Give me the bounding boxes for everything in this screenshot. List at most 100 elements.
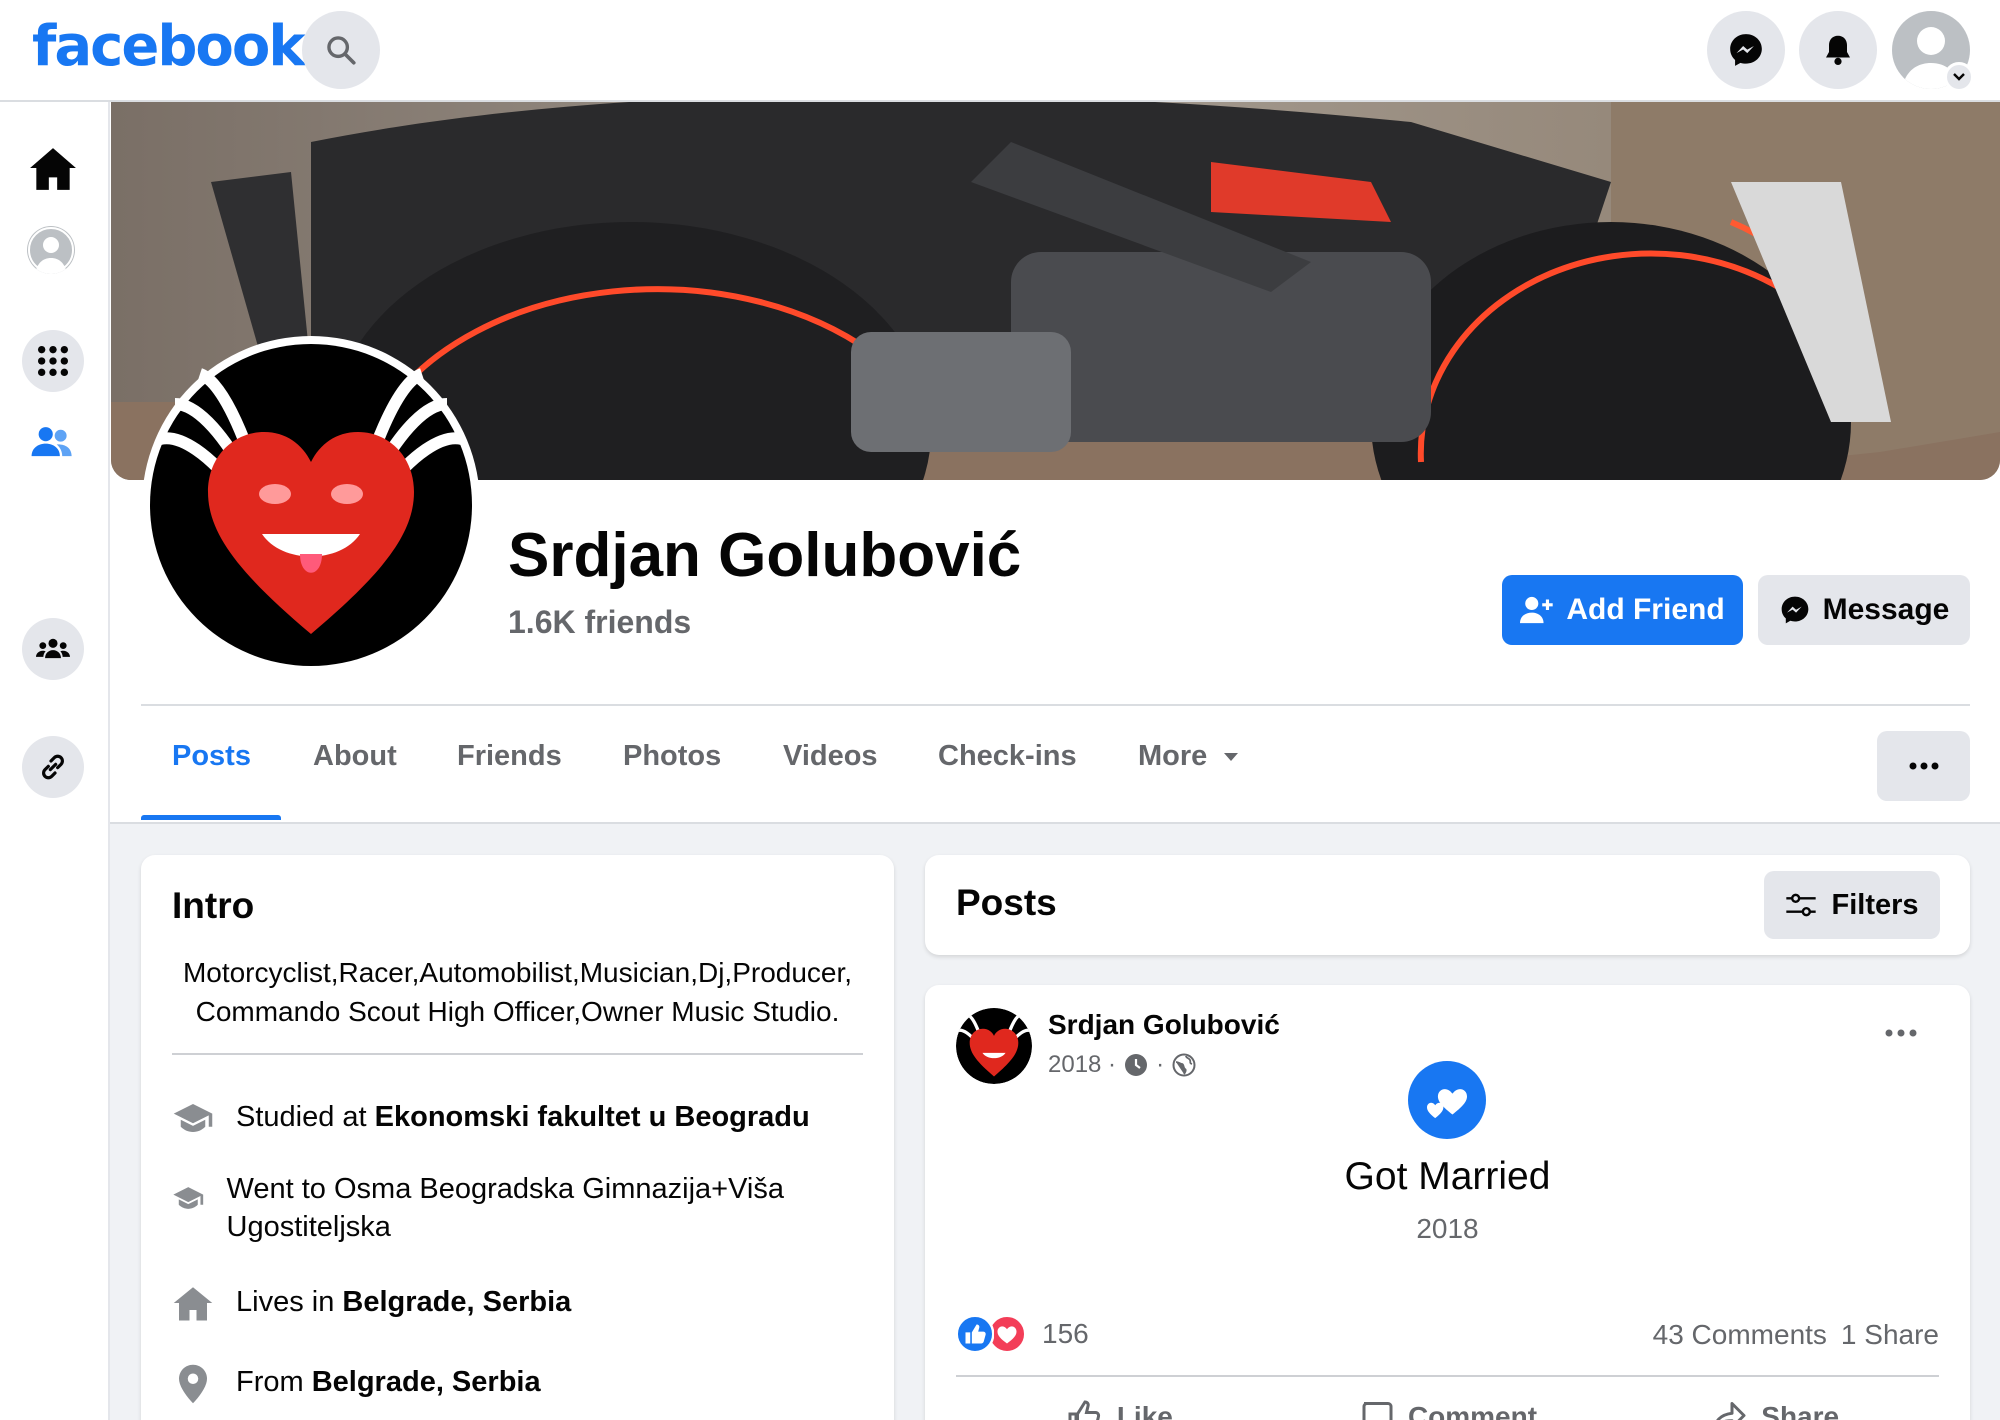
nav-home[interactable] <box>28 146 78 197</box>
reaction-count: 156 <box>1042 1318 1089 1349</box>
filters-icon <box>1786 893 1817 917</box>
school-name-link[interactable]: Ekonomski fakultet u Beogradu <box>375 1101 810 1133</box>
intro-item-prefix: Studied at <box>236 1101 375 1133</box>
like-button[interactable]: Like <box>956 1385 1284 1420</box>
house-icon <box>173 1287 213 1321</box>
post-date[interactable]: 2018 · <box>1048 1051 1116 1079</box>
current-city-link[interactable]: Belgrade, Serbia <box>342 1286 571 1318</box>
intro-item-text: From Belgrade, Serbia <box>236 1363 541 1401</box>
meta-separator: · <box>1156 1051 1165 1078</box>
link-icon <box>42 754 64 780</box>
comment-label: Comment <box>1407 1401 1538 1420</box>
left-navigation-rail <box>0 102 110 1420</box>
post-author-name[interactable]: Srdjan Golubović <box>1048 1009 1280 1041</box>
top-navigation-bar: facebook <box>0 0 2000 102</box>
tab-friends[interactable]: Friends <box>457 740 562 773</box>
home-icon <box>30 148 76 190</box>
posts-header-card: Posts Filters <box>925 855 1970 955</box>
add-friend-icon <box>1520 596 1554 624</box>
tab-videos[interactable]: Videos <box>783 740 878 773</box>
caret-down-icon <box>1224 752 1239 761</box>
message-button[interactable]: Message <box>1758 575 1970 645</box>
message-label: Message <box>1822 593 1950 626</box>
intro-item-studied: Studied at Ekonomski fakultet u Beogradu <box>172 1098 872 1138</box>
search-icon <box>327 36 356 65</box>
reactions-summary[interactable]: 156 <box>956 1315 1089 1353</box>
tab-posts[interactable]: Posts <box>172 740 251 773</box>
intro-item-lives-in: Lives in Belgrade, Serbia <box>172 1283 872 1323</box>
share-arrow-icon <box>1716 1402 1746 1420</box>
friends-icon <box>31 427 72 457</box>
facebook-logo[interactable]: facebook <box>32 14 306 79</box>
post-meta: 2018 · · <box>1048 1051 1196 1079</box>
life-event-icon-circle <box>1408 1061 1486 1139</box>
bell-icon <box>1826 35 1850 65</box>
filters-button[interactable]: Filters <box>1764 871 1940 939</box>
share-button[interactable]: Share <box>1611 1385 1939 1420</box>
hometown-link[interactable]: Belgrade, Serbia <box>312 1366 541 1398</box>
search-button[interactable] <box>302 11 380 89</box>
like-label: Like <box>1116 1401 1173 1420</box>
apps-grid-icon <box>37 345 69 377</box>
friends-count[interactable]: 1.6K friends <box>508 604 691 641</box>
location-pin-icon <box>179 1364 207 1404</box>
comment-button[interactable]: Comment <box>1284 1385 1612 1420</box>
profile-name: Srdjan Golubović <box>508 521 1022 590</box>
intro-item-prefix: From <box>236 1366 312 1398</box>
nav-profile[interactable] <box>27 226 75 274</box>
nav-friends[interactable] <box>30 424 74 465</box>
intro-card: Intro Motorcyclist,Racer,Automobilist,Mu… <box>141 855 894 1420</box>
intro-item-text: Studied at Ekonomski fakultet u Beogradu <box>236 1098 810 1136</box>
tab-about[interactable]: About <box>313 740 397 773</box>
nav-apps[interactable] <box>22 330 84 392</box>
thumbs-up-icon <box>1068 1400 1100 1420</box>
chevron-down-icon <box>1953 73 1965 81</box>
life-event-year: 2018 <box>1416 1213 1479 1244</box>
messenger-button[interactable] <box>1707 11 1785 89</box>
post-author-avatar[interactable] <box>956 1008 1032 1084</box>
tab-check-ins[interactable]: Check-ins <box>938 740 1077 773</box>
add-friend-button[interactable]: Add Friend <box>1502 575 1743 645</box>
comment-bubble-icon <box>1362 1402 1393 1420</box>
more-dots-icon <box>1885 1029 1917 1037</box>
clock-icon <box>1125 1054 1148 1076</box>
heart-mascot-avatar <box>956 1008 1032 1084</box>
intro-bio-line-1: Motorcyclist,Racer,Automobilist,Musician… <box>182 957 853 988</box>
messenger-icon <box>1730 34 1762 66</box>
active-tab-indicator <box>141 815 281 820</box>
engagement-counts: 43 Comments 1 Share <box>1653 1319 1939 1351</box>
groups-icon <box>36 638 70 659</box>
intro-item-text: Lives in Belgrade, Serbia <box>236 1283 571 1321</box>
tab-more-label: More <box>1138 740 1208 772</box>
nav-link[interactable] <box>22 736 84 798</box>
post-card: Srdjan Golubović 2018 · · Got Married 20… <box>925 985 1970 1420</box>
account-menu-chevron[interactable] <box>1944 62 1974 92</box>
intro-divider <box>172 1053 863 1055</box>
comments-count[interactable]: 43 Comments <box>1653 1319 1827 1351</box>
hearts-icon <box>1427 1089 1467 1119</box>
more-dots-icon <box>1909 762 1938 770</box>
post-actions-divider <box>956 1375 1939 1377</box>
profile-icon <box>28 227 74 274</box>
tab-photos[interactable]: Photos <box>623 740 721 773</box>
shares-count[interactable]: 1 Share <box>1841 1319 1939 1351</box>
graduation-cap-icon <box>173 1104 213 1132</box>
intro-item-went-to: Went to Osma Beogradska Gimnazija+Viša U… <box>172 1170 792 1246</box>
intro-item-text: Went to Osma Beogradska Gimnazija+Viša U… <box>226 1173 784 1243</box>
share-label: Share <box>1761 1401 1840 1420</box>
profile-more-options-button[interactable] <box>1877 731 1970 801</box>
posts-title: Posts <box>956 882 1057 923</box>
intro-bio-line-2: Commando Scout High Officer,Owner Music … <box>195 996 840 1027</box>
profile-picture[interactable] <box>142 336 480 674</box>
post-options-button[interactable] <box>1885 1025 1917 1043</box>
life-event-title: Got Married <box>1344 1155 1551 1198</box>
add-friend-label: Add Friend <box>1566 593 1725 626</box>
messenger-icon <box>1781 596 1808 624</box>
nav-groups[interactable] <box>22 618 84 680</box>
notifications-button[interactable] <box>1799 11 1877 89</box>
heart-mascot-avatar <box>150 344 472 666</box>
tab-more[interactable]: More <box>1138 740 1239 773</box>
intro-title: Intro <box>172 885 255 926</box>
post-actions-bar: Like Comment Share <box>956 1385 1939 1420</box>
filters-label: Filters <box>1831 888 1919 921</box>
